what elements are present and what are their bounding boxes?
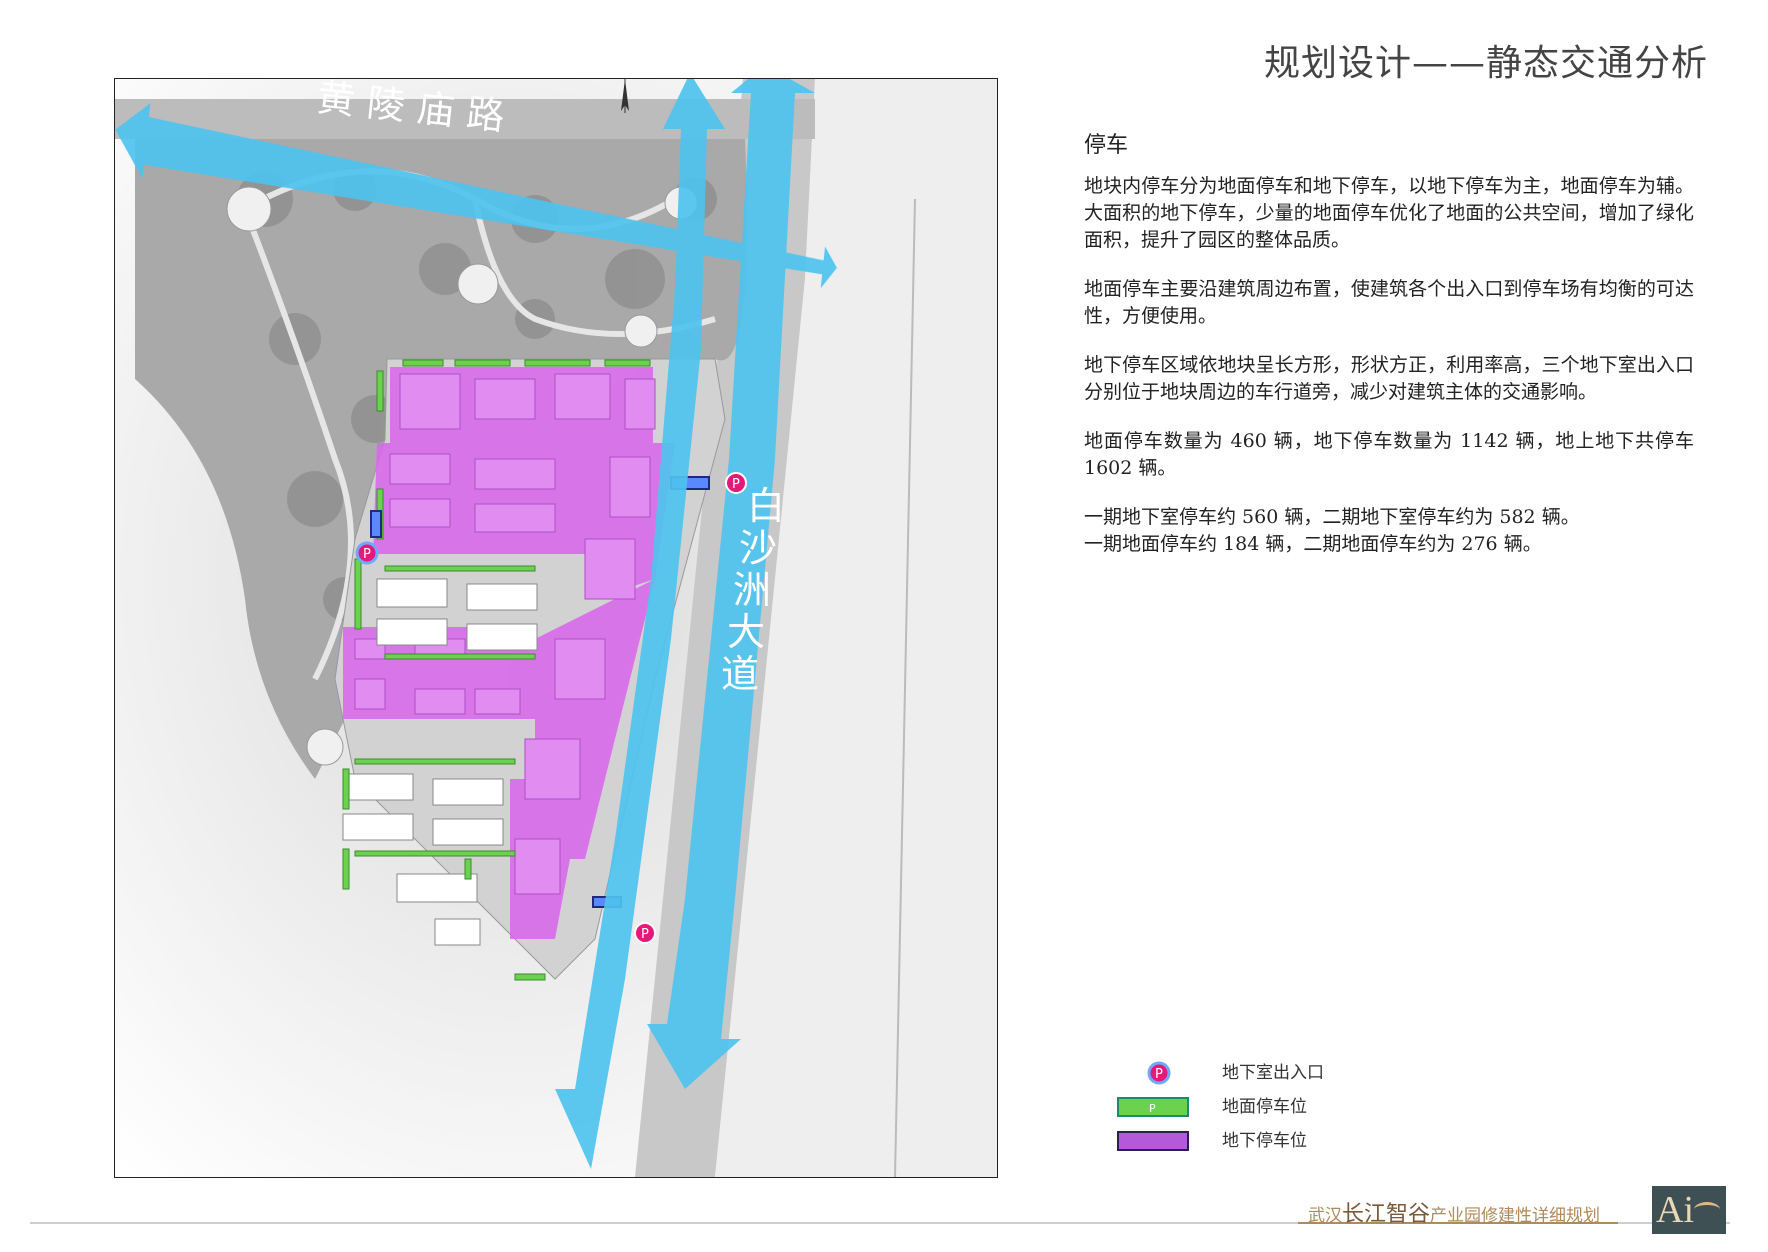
legend-label: 地面停车位 [1222, 1097, 1307, 1117]
svg-text:P: P [641, 927, 649, 942]
svg-text:洲: 洲 [733, 568, 771, 612]
footer-prefix: 武汉 [1308, 1206, 1342, 1226]
underground-parking-legend-icon [1117, 1131, 1189, 1151]
entrance-legend-icon: P [1147, 1061, 1171, 1085]
phase-line-surface: 一期地面停车约 184 辆，二期地面停车约为 276 辆。 [1084, 533, 1542, 555]
svg-text:P: P [732, 477, 740, 492]
legend-item-entrance: P 地下室出入口 [1116, 1060, 1376, 1094]
site-plan-map: 黄 陵 庙 路 白 沙 洲 大 道 P P P [114, 78, 998, 1178]
entrance-marker: P [634, 922, 656, 944]
legend-label: 地下室出入口 [1222, 1063, 1324, 1083]
entrance-marker: P [725, 472, 747, 494]
company-logo: Ai [1652, 1186, 1726, 1234]
entrance-marker: P [355, 541, 379, 565]
svg-text:P: P [1155, 1067, 1163, 1082]
logo-text: Ai [1656, 1189, 1694, 1231]
map-legend: P 地下室出入口 P 地面停车位 地下停车位 [1116, 1060, 1376, 1162]
svg-text:沙: 沙 [739, 526, 777, 570]
legend-item-underground-parking: 地下停车位 [1116, 1128, 1376, 1162]
svg-text:白: 白 [747, 484, 785, 528]
legend-item-surface-parking: P 地面停车位 [1116, 1094, 1376, 1128]
paragraph-underground-parking: 地下停车区域依地块呈长方形，形状方正，利用率高，三个地下室出入口分别位于地块周边… [1084, 354, 1694, 403]
site-plan-svg: 黄 陵 庙 路 白 沙 洲 大 道 P P P [115, 79, 997, 1177]
footer-project-title: 武汉长江智谷产业园修建性详细规划 [1308, 1196, 1600, 1228]
logo-wave-icon [1694, 1202, 1720, 1217]
paragraph-surface-parking: 地面停车主要沿建筑周边布置，使建筑各个出入口到停车场有均衡的可达性，方便使用。 [1084, 278, 1694, 327]
phase-line-underground: 一期地下室停车约 560 辆，二期地下室停车约为 582 辆。 [1084, 506, 1580, 528]
svg-text:P: P [363, 547, 371, 562]
svg-text:P: P [1149, 1102, 1156, 1115]
paragraph-overview: 地块内停车分为地面停车和地下停车，以地下停车为主，地面停车为辅。大面积的地下停车… [1084, 175, 1694, 251]
description-panel: 停车 地块内停车分为地面停车和地下停车，以地下停车为主，地面停车为辅。大面积的地… [1084, 132, 1694, 558]
surface-parking-legend-icon: P [1117, 1097, 1189, 1117]
svg-text:大: 大 [727, 610, 765, 654]
paragraph-parking-totals: 地面停车数量为 460 辆，地下停车数量为 1142 辆，地上地下共停车 160… [1084, 430, 1694, 479]
section-heading: 停车 [1084, 133, 1129, 158]
footer-suffix: 产业园修建性详细规划 [1430, 1206, 1601, 1226]
legend-label: 地下停车位 [1222, 1131, 1307, 1151]
footer-emphasis: 长江智谷 [1342, 1202, 1431, 1227]
svg-text:道: 道 [721, 652, 759, 696]
page-title: 规划设计——静态交通分析 [1263, 43, 1708, 84]
